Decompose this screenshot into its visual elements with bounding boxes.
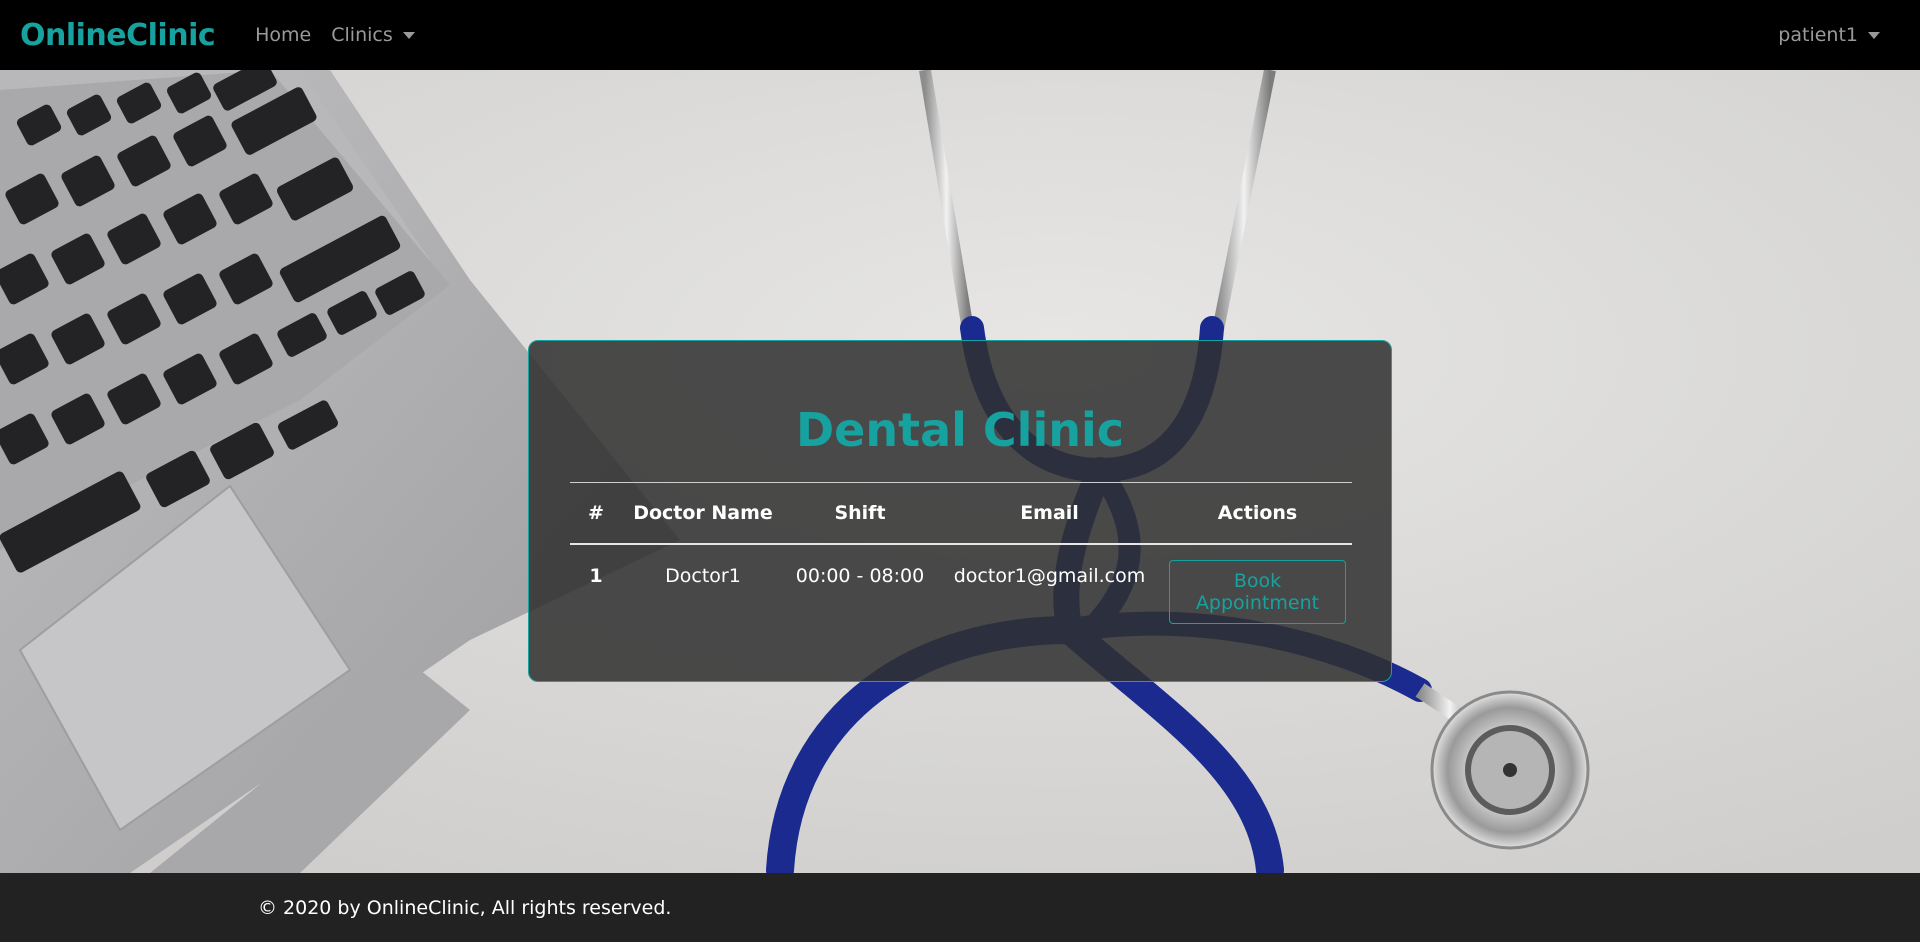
- nav-clinics-dropdown[interactable]: Clinics: [331, 24, 415, 46]
- column-header-shift: Shift: [784, 482, 936, 545]
- column-header-email: Email: [936, 482, 1163, 545]
- brand-logo[interactable]: OnlineClinic: [20, 18, 216, 53]
- column-header-actions: Actions: [1163, 482, 1352, 545]
- nav-links: Home Clinics: [245, 24, 425, 46]
- email-cell: doctor1@gmail.com: [953, 565, 1146, 587]
- clinic-title: Dental Clinic: [795, 403, 1125, 457]
- book-appointment-button[interactable]: Book Appointment: [1169, 560, 1346, 624]
- doctors-table: # Doctor Name Shift Email Actions 1 Doct…: [570, 482, 1352, 624]
- column-header-doctor-name: Doctor Name: [622, 482, 784, 545]
- table-header-row: # Doctor Name Shift Email Actions: [570, 482, 1352, 545]
- doctor-name-cell: Doctor1: [665, 565, 741, 587]
- footer-copyright: © 2020 by OnlineClinic, All rights reser…: [258, 897, 672, 919]
- actions-cell: Book Appointment: [1163, 544, 1352, 624]
- nav-home-label: Home: [255, 24, 312, 46]
- user-name: patient1: [1778, 24, 1858, 46]
- user-menu-dropdown[interactable]: patient1: [1778, 24, 1880, 46]
- table-row: 1 Doctor1 00:00 - 08:00 doctor1@gmail.co…: [570, 544, 1352, 624]
- navbar: OnlineClinic Home Clinics patient1: [0, 0, 1920, 70]
- row-number: 1: [589, 565, 603, 587]
- footer: © 2020 by OnlineClinic, All rights reser…: [0, 873, 1920, 942]
- chevron-down-icon: [1868, 31, 1880, 39]
- column-header-number: #: [570, 482, 622, 545]
- nav-home-link[interactable]: Home: [255, 24, 311, 46]
- chevron-down-icon: [402, 31, 415, 39]
- clinic-card: Dental Clinic # Doctor Name Shift Email …: [528, 340, 1392, 682]
- nav-clinics-label: Clinics: [331, 24, 393, 46]
- shift-cell: 00:00 - 08:00: [795, 565, 925, 587]
- user-menu-container: patient1: [1768, 0, 1890, 70]
